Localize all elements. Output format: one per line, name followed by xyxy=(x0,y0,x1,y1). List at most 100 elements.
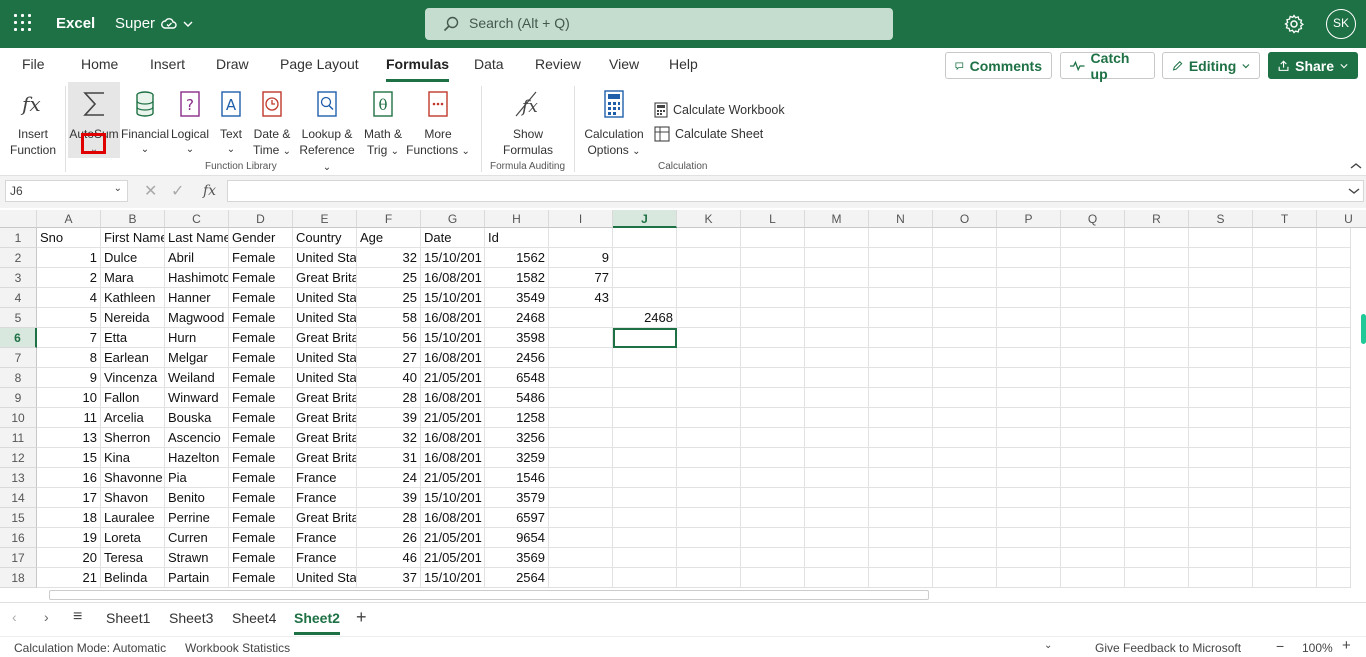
cell-e8[interactable]: United Sta xyxy=(293,368,357,388)
cell-s18[interactable] xyxy=(1189,568,1253,588)
cell-l6[interactable] xyxy=(741,328,805,348)
column-header-d[interactable]: D xyxy=(229,210,293,228)
cell-a13[interactable]: 16 xyxy=(37,468,101,488)
cell-r14[interactable] xyxy=(1125,488,1189,508)
row-header-1[interactable]: 1 xyxy=(0,228,37,248)
row-header-17[interactable]: 17 xyxy=(0,548,37,568)
cell-f14[interactable]: 39 xyxy=(357,488,421,508)
cell-l1[interactable] xyxy=(741,228,805,248)
cell-f7[interactable]: 27 xyxy=(357,348,421,368)
cell-r3[interactable] xyxy=(1125,268,1189,288)
cell-a17[interactable]: 20 xyxy=(37,548,101,568)
cell-s13[interactable] xyxy=(1189,468,1253,488)
cell-m11[interactable] xyxy=(805,428,869,448)
cell-a4[interactable]: 4 xyxy=(37,288,101,308)
cell-i17[interactable] xyxy=(549,548,613,568)
cell-o3[interactable] xyxy=(933,268,997,288)
cell-q16[interactable] xyxy=(1061,528,1125,548)
cell-a18[interactable]: 21 xyxy=(37,568,101,588)
cell-k5[interactable] xyxy=(677,308,741,328)
cell-h13[interactable]: 1546 xyxy=(485,468,549,488)
cell-l10[interactable] xyxy=(741,408,805,428)
cell-h4[interactable]: 3549 xyxy=(485,288,549,308)
cell-j10[interactable] xyxy=(613,408,677,428)
cell-b13[interactable]: Shavonne xyxy=(101,468,165,488)
cell-t5[interactable] xyxy=(1253,308,1317,328)
cell-l5[interactable] xyxy=(741,308,805,328)
cell-p4[interactable] xyxy=(997,288,1061,308)
cell-h7[interactable]: 2456 xyxy=(485,348,549,368)
tab-file[interactable]: File xyxy=(22,56,45,72)
cell-a16[interactable]: 19 xyxy=(37,528,101,548)
column-header-n[interactable]: N xyxy=(869,210,933,228)
cell-p3[interactable] xyxy=(997,268,1061,288)
cell-j12[interactable] xyxy=(613,448,677,468)
cell-g16[interactable]: 21/05/201 xyxy=(421,528,485,548)
cell-p1[interactable] xyxy=(997,228,1061,248)
cell-j14[interactable] xyxy=(613,488,677,508)
cell-h15[interactable]: 6597 xyxy=(485,508,549,528)
cell-n13[interactable] xyxy=(869,468,933,488)
cell-j16[interactable] xyxy=(613,528,677,548)
workbook-statistics[interactable]: Workbook Statistics xyxy=(185,641,290,655)
cell-c8[interactable]: Weiland xyxy=(165,368,229,388)
cell-r15[interactable] xyxy=(1125,508,1189,528)
cell-i3[interactable]: 77 xyxy=(549,268,613,288)
cancel-icon[interactable]: ✕ xyxy=(144,181,157,201)
cell-c6[interactable]: Hurn xyxy=(165,328,229,348)
cell-n2[interactable] xyxy=(869,248,933,268)
cell-c5[interactable]: Magwood xyxy=(165,308,229,328)
column-header-s[interactable]: S xyxy=(1189,210,1253,228)
cell-j11[interactable] xyxy=(613,428,677,448)
row-header-10[interactable]: 10 xyxy=(0,408,37,428)
cell-r18[interactable] xyxy=(1125,568,1189,588)
cell-q14[interactable] xyxy=(1061,488,1125,508)
zoom-out-icon[interactable]: − xyxy=(1276,638,1284,654)
cell-k13[interactable] xyxy=(677,468,741,488)
cell-m9[interactable] xyxy=(805,388,869,408)
cell-i6[interactable] xyxy=(549,328,613,348)
cell-d14[interactable]: Female xyxy=(229,488,293,508)
cell-h5[interactable]: 2468 xyxy=(485,308,549,328)
cell-l16[interactable] xyxy=(741,528,805,548)
cell-d8[interactable]: Female xyxy=(229,368,293,388)
cell-n6[interactable] xyxy=(869,328,933,348)
cell-s5[interactable] xyxy=(1189,308,1253,328)
cell-s6[interactable] xyxy=(1189,328,1253,348)
cell-r5[interactable] xyxy=(1125,308,1189,328)
cell-e4[interactable]: United Sta xyxy=(293,288,357,308)
cell-j5[interactable]: 2468 xyxy=(613,308,677,328)
cell-k8[interactable] xyxy=(677,368,741,388)
cell-c18[interactable]: Partain xyxy=(165,568,229,588)
cell-c11[interactable]: Ascencio xyxy=(165,428,229,448)
cell-h1[interactable]: Id xyxy=(485,228,549,248)
cell-c14[interactable]: Benito xyxy=(165,488,229,508)
cell-c7[interactable]: Melgar xyxy=(165,348,229,368)
cell-k11[interactable] xyxy=(677,428,741,448)
cell-e3[interactable]: Great Brita xyxy=(293,268,357,288)
cell-r2[interactable] xyxy=(1125,248,1189,268)
row-header-6[interactable]: 6 xyxy=(0,328,37,348)
row-header-11[interactable]: 11 xyxy=(0,428,37,448)
row-header-4[interactable]: 4 xyxy=(0,288,37,308)
expand-formula-bar-icon[interactable] xyxy=(1348,187,1360,195)
cell-b15[interactable]: Lauralee xyxy=(101,508,165,528)
cell-o6[interactable] xyxy=(933,328,997,348)
cell-g12[interactable]: 16/08/201 xyxy=(421,448,485,468)
show-formulas-button[interactable]: fx Show Formulas xyxy=(492,82,564,162)
cell-a2[interactable]: 1 xyxy=(37,248,101,268)
cell-o18[interactable] xyxy=(933,568,997,588)
cell-e10[interactable]: Great Brita xyxy=(293,408,357,428)
cell-n14[interactable] xyxy=(869,488,933,508)
cell-o14[interactable] xyxy=(933,488,997,508)
tab-page-layout[interactable]: Page Layout xyxy=(280,56,359,72)
math-trig-button[interactable]: θ Math & Trig ⌄ xyxy=(360,82,406,162)
scroll-thumb[interactable] xyxy=(49,590,929,600)
cell-b2[interactable]: Dulce xyxy=(101,248,165,268)
cell-n11[interactable] xyxy=(869,428,933,448)
cell-g14[interactable]: 15/10/201 xyxy=(421,488,485,508)
cell-s7[interactable] xyxy=(1189,348,1253,368)
cell-s11[interactable] xyxy=(1189,428,1253,448)
cell-n16[interactable] xyxy=(869,528,933,548)
cell-q6[interactable] xyxy=(1061,328,1125,348)
